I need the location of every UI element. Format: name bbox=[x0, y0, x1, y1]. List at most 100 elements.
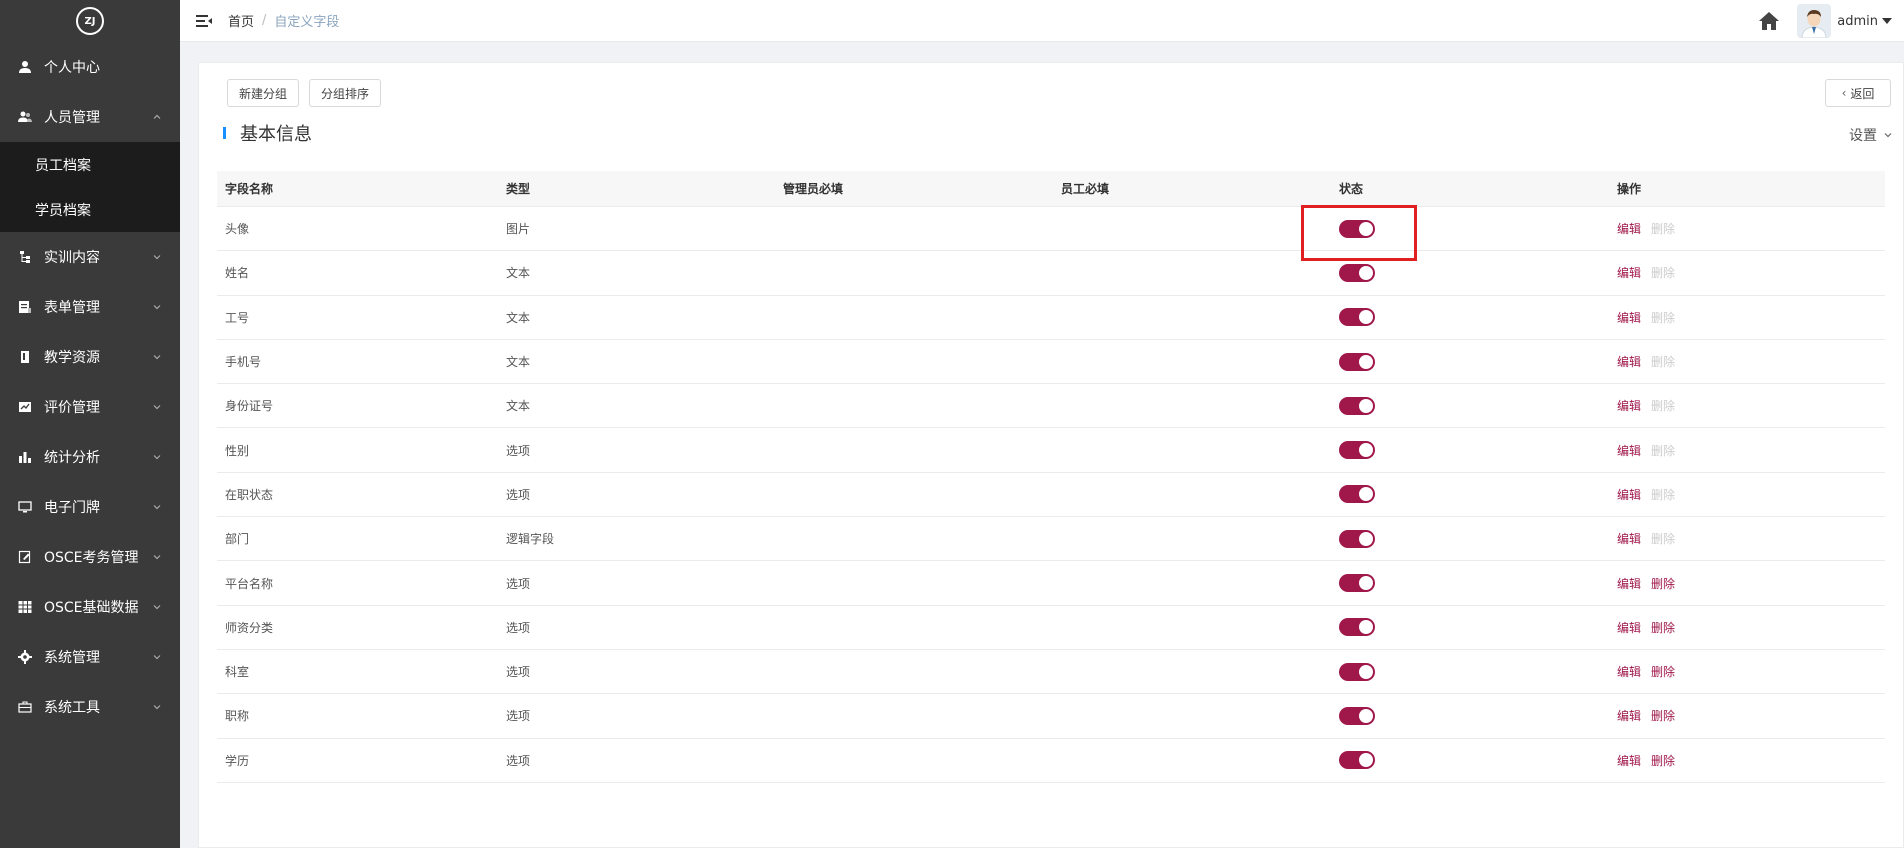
settings-dropdown[interactable]: 设置 bbox=[1849, 125, 1893, 145]
actions-cell: 编辑 删除 bbox=[1609, 575, 1885, 592]
sidebar-item-6[interactable]: 统计分析 bbox=[0, 432, 180, 482]
chevron-down-icon bbox=[153, 455, 161, 460]
delete-button: 删除 bbox=[1651, 487, 1676, 502]
avatar[interactable] bbox=[1797, 4, 1832, 38]
table-row: 头像 图片 编辑 删除 bbox=[217, 207, 1885, 252]
field-type-cell: 选项 bbox=[506, 709, 531, 724]
sidebar-item-8[interactable]: OSCE考务管理 bbox=[0, 532, 180, 582]
field-name-cell: 在职状态 bbox=[225, 487, 274, 502]
delete-button[interactable]: 删除 bbox=[1651, 621, 1675, 635]
back-label: 返回 bbox=[1850, 86, 1875, 101]
submenu: 员工档案 学员档案 bbox=[0, 142, 180, 232]
field-name-cell: 手机号 bbox=[225, 355, 262, 370]
edit-button[interactable]: 编辑 bbox=[1617, 444, 1641, 458]
toggle-knob bbox=[1359, 221, 1373, 236]
edit-button[interactable]: 编辑 bbox=[1617, 577, 1641, 591]
users-icon bbox=[18, 110, 32, 124]
chevron-left-icon: ‹ bbox=[1841, 86, 1847, 100]
status-toggle[interactable] bbox=[1339, 308, 1375, 327]
delete-button[interactable]: 删除 bbox=[1651, 709, 1675, 723]
back-button[interactable]: ‹ 返回 bbox=[1825, 79, 1891, 107]
field-type-cell: 逻辑字段 bbox=[506, 532, 555, 547]
field-type-cell: 图片 bbox=[506, 222, 531, 237]
delete-button: 删除 bbox=[1651, 222, 1676, 237]
sidebar-item-4[interactable]: 教学资源 bbox=[0, 332, 180, 382]
actions-cell: 编辑 删除 bbox=[1609, 397, 1885, 414]
edit-button[interactable]: 编辑 bbox=[1617, 399, 1641, 413]
edit-button[interactable]: 编辑 bbox=[1617, 709, 1641, 723]
status-toggle[interactable] bbox=[1339, 263, 1375, 282]
edit-button[interactable]: 编辑 bbox=[1617, 488, 1641, 502]
delete-button[interactable]: 删除 bbox=[1651, 754, 1675, 768]
breadcrumb-home[interactable]: 首页 bbox=[228, 11, 254, 30]
sidebar-menu: 个人中心人员管理员工档案 学员档案实训内容表单管理 教学资源 评价管理 统计分析 电子门牌… bbox=[0, 42, 180, 732]
sidebar-item-10[interactable]: 系统管理 bbox=[0, 632, 180, 682]
status-toggle[interactable] bbox=[1339, 529, 1375, 548]
delete-button: 删除 bbox=[1651, 443, 1676, 458]
home-icon[interactable] bbox=[1757, 9, 1781, 33]
status-toggle[interactable] bbox=[1339, 662, 1375, 681]
sidebar-item-label: 人员管理 bbox=[44, 110, 100, 126]
edit-icon bbox=[18, 550, 32, 564]
new-group-button[interactable]: 新建分组 bbox=[227, 79, 299, 107]
actions-cell: 编辑 删除 bbox=[1609, 530, 1885, 547]
user-icon bbox=[18, 60, 32, 74]
field-type-cell: 选项 bbox=[506, 753, 531, 768]
toggle-knob bbox=[1359, 708, 1373, 723]
status-toggle[interactable] bbox=[1339, 706, 1375, 725]
status-toggle[interactable] bbox=[1339, 618, 1375, 637]
edit-button[interactable]: 编辑 bbox=[1617, 754, 1641, 768]
status-toggle[interactable] bbox=[1339, 751, 1375, 770]
edit-button[interactable]: 编辑 bbox=[1617, 665, 1641, 679]
sidebar-item-0[interactable]: 个人中心 bbox=[0, 42, 180, 92]
status-cell bbox=[1331, 618, 1609, 637]
toolbox-icon bbox=[18, 700, 32, 714]
delete-button[interactable]: 删除 bbox=[1651, 665, 1675, 679]
status-toggle[interactable] bbox=[1339, 574, 1375, 593]
top-header: 首页 / 自定义字段 admin bbox=[180, 0, 1904, 42]
status-toggle[interactable] bbox=[1339, 352, 1375, 371]
field-name-cell: 部门 bbox=[225, 532, 250, 547]
status-toggle[interactable] bbox=[1339, 441, 1375, 460]
table-row: 姓名 文本 编辑 删除 bbox=[217, 251, 1885, 296]
sidebar-item-2[interactable]: 实训内容 bbox=[0, 232, 180, 282]
field-name-cell: 学历 bbox=[225, 753, 250, 768]
edit-button[interactable]: 编辑 bbox=[1617, 355, 1641, 369]
sidebar-item-9[interactable]: OSCE基础数据 bbox=[0, 582, 180, 632]
user-menu[interactable]: admin bbox=[1837, 14, 1892, 29]
header-status: 状态 bbox=[1339, 182, 1364, 196]
fields-table: 字段名称 类型 管理员必填 员工必填 状态 操作 头像 图片 编辑 删除 姓名 文本 编辑删… bbox=[217, 171, 1885, 783]
gear-icon bbox=[18, 650, 32, 664]
status-toggle[interactable] bbox=[1339, 219, 1375, 238]
submenu-item-0[interactable]: 员工档案 bbox=[0, 142, 180, 187]
edit-button[interactable]: 编辑 bbox=[1617, 311, 1641, 325]
header-right: admin bbox=[1757, 0, 1892, 42]
edit-button[interactable]: 编辑 bbox=[1617, 222, 1641, 236]
sidebar-item-label: OSCE考务管理 bbox=[44, 550, 139, 566]
bar-chart-icon bbox=[18, 450, 32, 464]
sidebar-item-11[interactable]: 系统工具 bbox=[0, 682, 180, 732]
field-type-cell: 文本 bbox=[506, 355, 531, 370]
header-type: 类型 bbox=[506, 182, 531, 196]
actions-cell: 编辑 删除 bbox=[1609, 663, 1885, 680]
sidebar-item-3[interactable]: 表单管理 bbox=[0, 282, 180, 332]
sidebar-item-5[interactable]: 评价管理 bbox=[0, 382, 180, 432]
sort-group-button[interactable]: 分组排序 bbox=[309, 79, 381, 107]
sidebar-item-1[interactable]: 人员管理 bbox=[0, 92, 180, 142]
sidebar-item-7[interactable]: 电子门牌 bbox=[0, 482, 180, 532]
menu-toggle-icon[interactable] bbox=[194, 11, 214, 31]
content-card: 新建分组 分组排序 ‹ 返回 基本信息 设置 字段名称 类型 管理员必填 员工必… bbox=[198, 62, 1904, 848]
table-row: 手机号 文本 编辑 删除 bbox=[217, 340, 1885, 385]
submenu-item-1[interactable]: 学员档案 bbox=[0, 187, 180, 232]
actions-cell: 编辑 删除 bbox=[1609, 309, 1885, 326]
edit-button[interactable]: 编辑 bbox=[1617, 621, 1641, 635]
status-toggle[interactable] bbox=[1339, 485, 1375, 504]
header-actions: 操作 bbox=[1617, 182, 1642, 196]
field-name-cell: 科室 bbox=[225, 665, 250, 680]
edit-button[interactable]: 编辑 bbox=[1617, 266, 1641, 280]
form-icon bbox=[18, 300, 32, 314]
delete-button[interactable]: 删除 bbox=[1651, 577, 1675, 591]
edit-button[interactable]: 编辑 bbox=[1617, 532, 1641, 546]
status-toggle[interactable] bbox=[1339, 396, 1375, 415]
sidebar-item-label: 实训内容 bbox=[44, 250, 100, 266]
